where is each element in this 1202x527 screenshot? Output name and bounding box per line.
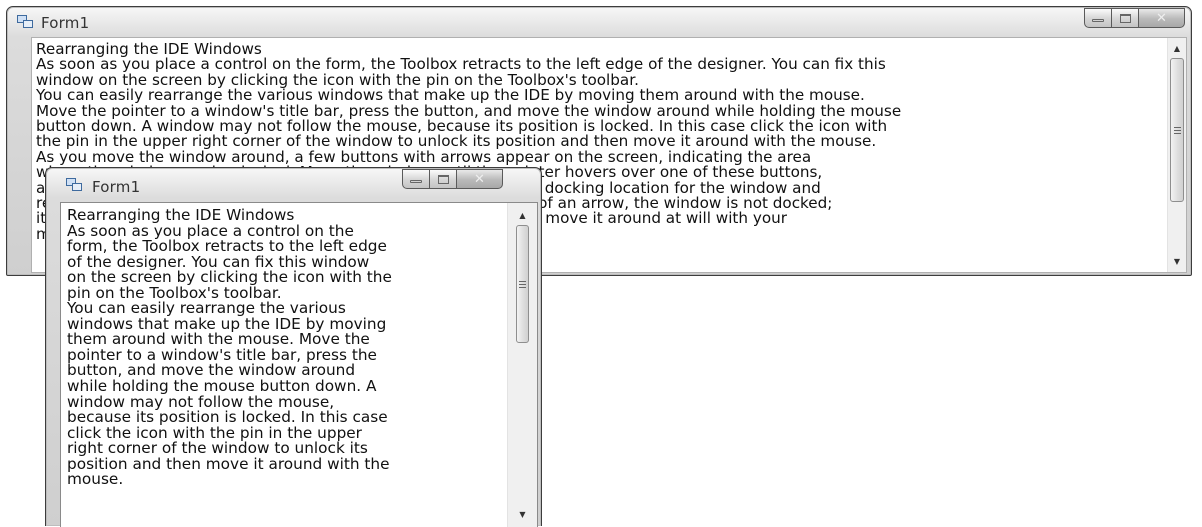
scroll-up-arrow-icon[interactable]: ▲ (508, 207, 537, 224)
form-app-icon (17, 15, 33, 28)
close-icon: ✕ (474, 171, 485, 187)
scrollbar-grip-icon (519, 280, 526, 288)
back-form-title: Form1 (41, 14, 90, 32)
scroll-up-arrow-icon[interactable]: ▲ (1168, 40, 1186, 57)
minimize-icon (1092, 19, 1104, 22)
front-form-titlebar[interactable]: Form1 ✕ (46, 168, 541, 198)
back-vertical-scrollbar[interactable]: ▲ ▼ (1167, 38, 1186, 272)
back-minimize-button[interactable] (1084, 8, 1112, 28)
front-scrollbar-thumb[interactable] (516, 225, 529, 343)
front-maximize-button[interactable] (430, 169, 457, 189)
minimize-icon (410, 180, 422, 183)
textbox-line: mouse. (67, 470, 124, 489)
front-multiline-textbox[interactable]: Rearranging the IDE Windows As soon as yo… (67, 208, 507, 527)
back-maximize-button[interactable] (1112, 8, 1139, 28)
maximize-icon (437, 174, 449, 184)
back-close-button[interactable]: ✕ (1139, 8, 1185, 28)
front-minimize-button[interactable] (402, 169, 430, 189)
back-scrollbar-thumb[interactable] (1170, 58, 1184, 202)
front-form-window[interactable]: Form1 ✕ Rearranging the IDE Windows As so… (45, 167, 542, 527)
maximize-icon (1119, 13, 1131, 23)
close-icon: ✕ (1156, 10, 1167, 26)
scroll-down-arrow-icon[interactable]: ▼ (1168, 253, 1186, 270)
scrollbar-grip-icon (1173, 126, 1181, 134)
textbox-line: position and then move it around with th… (67, 454, 390, 473)
front-form-client: Rearranging the IDE Windows As soon as yo… (60, 202, 538, 527)
front-vertical-scrollbar[interactable]: ▲ ▼ (507, 203, 537, 527)
front-form-title: Form1 (92, 178, 141, 196)
back-form-titlebar[interactable]: Form1 ✕ (7, 7, 1191, 37)
front-close-button[interactable]: ✕ (457, 169, 503, 189)
scroll-down-arrow-icon[interactable]: ▼ (508, 506, 537, 523)
form-app-icon (66, 178, 82, 191)
